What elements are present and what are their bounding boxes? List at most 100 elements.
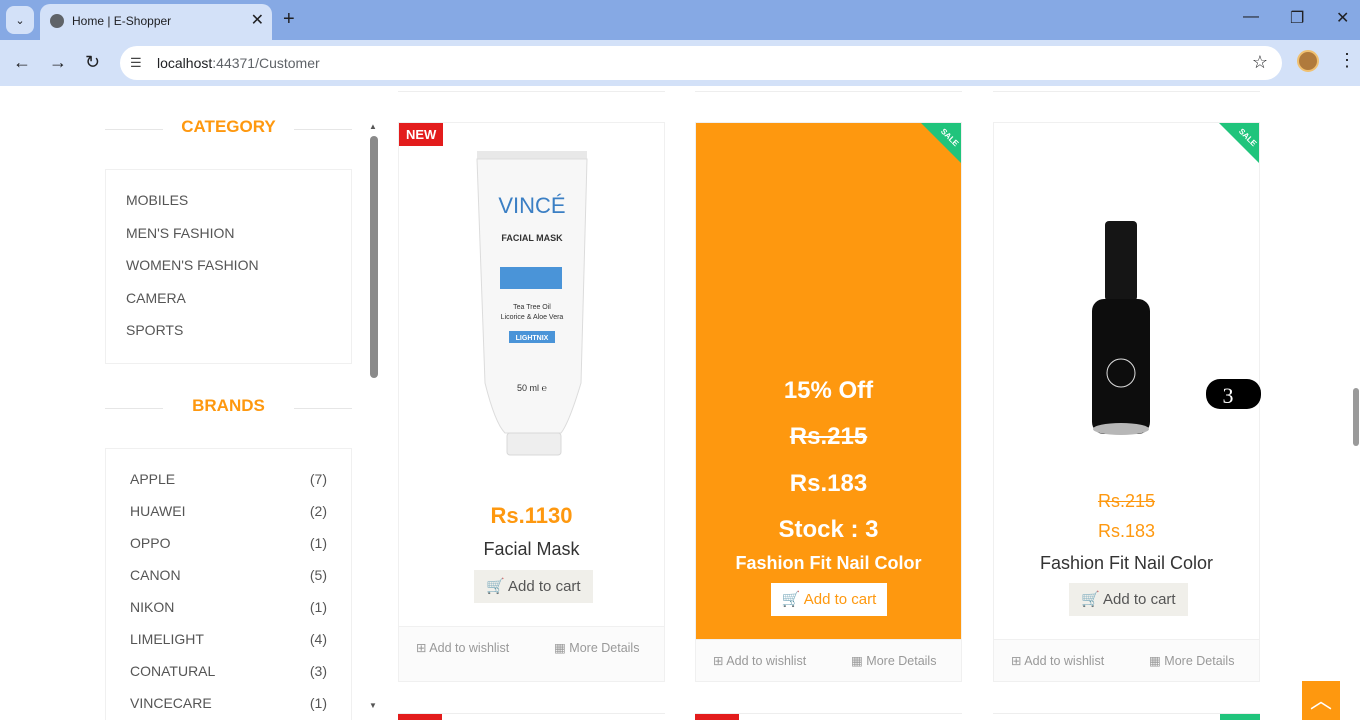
product-image[interactable]: 3 — [994, 123, 1261, 463]
next-row-card — [993, 713, 1260, 720]
page-scrollbar-thumb[interactable] — [1353, 388, 1359, 446]
category-item-womens-fashion[interactable]: WOMEN'S FASHION — [106, 249, 351, 282]
plus-square-icon: ⊞ — [1011, 654, 1022, 668]
forward-button[interactable]: → — [49, 52, 67, 73]
old-price: Rs.215 — [789, 423, 868, 450]
more-details-link[interactable]: ▦ More Details — [851, 653, 936, 668]
minimize-button[interactable]: — — [1243, 8, 1259, 26]
brand-count: (4) — [309, 630, 327, 647]
previous-card-edge — [993, 86, 1260, 92]
scroll-down-arrow-icon[interactable]: ▼ — [369, 701, 377, 710]
bookmark-star-icon[interactable]: ☆ — [1252, 52, 1268, 73]
left-sidebar: CATEGORY MOBILES MEN'S FASHION WOMEN'S F… — [105, 86, 352, 720]
close-window-button[interactable]: ✕ — [1336, 8, 1349, 28]
brand-count: (1) — [309, 534, 327, 551]
address-bar[interactable]: ☰ localhost:44371/Customer ☆ — [120, 46, 1282, 80]
wishlist-label: Add to wishlist — [726, 654, 807, 668]
brand-item-limelight[interactable]: LIMELIGHT (4) — [106, 623, 351, 655]
product-card-facial-mask: VINCÉ FACIAL MASK Tea Tree Oil Licorice … — [398, 122, 665, 682]
close-icon[interactable]: ✕ — [251, 10, 264, 30]
details-label: More Details — [866, 654, 937, 668]
new-tab-button[interactable]: + — [283, 8, 295, 31]
brand-item-canon[interactable]: CANON (5) — [106, 559, 351, 591]
details-label: More Details — [1164, 654, 1235, 668]
brand-count: (2) — [309, 502, 327, 519]
category-panel: MOBILES MEN'S FASHION WOMEN'S FASHION CA… — [105, 169, 352, 364]
add-to-cart-label: Add to cart — [1103, 591, 1176, 608]
table-icon: ▦ — [554, 641, 566, 655]
tube-brand-text: VINCÉ — [498, 193, 565, 218]
tube-ingredient-text: Licorice & Aloe Vera — [501, 314, 564, 321]
brand-name: CONATURAL — [130, 662, 216, 679]
category-item-camera[interactable]: CAMERA — [106, 282, 351, 315]
more-details-link[interactable]: ▦ More Details — [554, 640, 639, 655]
brand-name: VINCECARE — [130, 694, 212, 711]
site-info-icon[interactable]: ☰ — [130, 55, 142, 71]
brand-count: (1) — [309, 598, 327, 615]
sidebar-scrollbar-thumb[interactable] — [370, 136, 378, 378]
shopping-cart-icon: 🛒 — [1081, 591, 1100, 608]
restore-button[interactable]: ❐ — [1290, 8, 1304, 28]
add-to-wishlist-link[interactable]: ⊞ Add to wishlist — [1011, 653, 1104, 668]
nail-polish-bottle-image: 3 — [1092, 221, 1261, 435]
shopping-cart-icon: 🛒 — [486, 578, 505, 595]
add-to-cart-label: Add to cart — [508, 578, 581, 595]
card-footer: ⊞ Add to wishlist ▦ More Details — [399, 626, 664, 681]
category-item-mens-fashion[interactable]: MEN'S FASHION — [106, 217, 351, 250]
card-footer: ⊞ Add to wishlist ▦ More Details — [696, 639, 961, 681]
product-price: Rs.1130 — [490, 503, 573, 528]
tube-lightnix-text: LIGHTNIX — [516, 335, 549, 342]
tab-search-button[interactable]: ⌄ — [6, 6, 34, 34]
previous-card-edge — [398, 86, 665, 92]
add-to-cart-button[interactable]: 🛒 Add to cart — [771, 583, 887, 616]
product-image[interactable]: VINCÉ FACIAL MASK Tea Tree Oil Licorice … — [399, 123, 664, 463]
profile-avatar[interactable] — [1297, 50, 1319, 72]
url-host: localhost — [157, 55, 213, 71]
add-to-cart-button[interactable]: 🛒 Add to cart — [1069, 583, 1188, 616]
brand-item-oppo[interactable]: OPPO (1) — [106, 527, 351, 559]
product-hover-overlay[interactable]: 15% Off Rs.215 Rs.183 Stock : 3 Fashion … — [696, 123, 961, 641]
chevron-down-icon: ⌄ — [15, 14, 25, 27]
menu-kebab-icon[interactable]: ⋮ — [1338, 50, 1356, 71]
sale-ribbon: SALE — [1219, 123, 1259, 163]
new-badge: NEW — [399, 123, 444, 146]
shopping-cart-icon: 🛒 — [781, 591, 801, 608]
brand-item-apple[interactable]: APPLE (7) — [106, 463, 351, 495]
product-name: Fashion Fit Nail Color — [735, 553, 922, 573]
category-item-mobiles[interactable]: MOBILES — [106, 184, 351, 217]
more-details-link[interactable]: ▦ More Details — [1149, 653, 1234, 668]
product-name: Facial Mask — [483, 539, 580, 559]
reload-button[interactable]: ↻ — [85, 52, 100, 73]
plus-square-icon: ⊞ — [713, 654, 724, 668]
browser-tab[interactable]: Home | E-Shopper ✕ — [40, 4, 272, 40]
brand-name: NIKON — [130, 598, 175, 615]
brand-item-vincecare[interactable]: VINCECARE (1) — [106, 687, 351, 719]
url-text: localhost:44371/Customer — [157, 55, 320, 71]
details-label: More Details — [569, 641, 640, 655]
brands-panel: APPLE (7) HUAWEI (2) OPPO (1) CANON (5) NIKO… — [105, 447, 352, 720]
add-to-cart-button[interactable]: 🛒 Add to cart — [474, 570, 593, 603]
table-icon: ▦ — [851, 654, 863, 668]
browser-toolbar: ← → ↻ ☰ localhost:44371/Customer ☆ ⋮ — [0, 40, 1360, 86]
brand-item-huawei[interactable]: HUAWEI (2) — [106, 495, 351, 527]
brand-name: OPPO — [130, 534, 171, 551]
sale-ribbon: SALE — [921, 123, 961, 163]
add-to-wishlist-link[interactable]: ⊞ Add to wishlist — [416, 640, 509, 655]
page-scrollbar[interactable] — [1352, 86, 1360, 720]
product-card-nail-color: 3 SALE Rs.215 Rs.183 Fashion Fit Nail Co… — [993, 122, 1261, 682]
old-price: Rs.215 — [1097, 491, 1156, 511]
shade-number-text: 3 — [1223, 383, 1234, 408]
brand-name: HUAWEI — [130, 502, 186, 519]
add-to-wishlist-link[interactable]: ⊞ Add to wishlist — [713, 653, 806, 668]
brand-item-conatural[interactable]: CONATURAL (3) — [106, 655, 351, 687]
brand-count: (3) — [309, 662, 327, 679]
sidebar-scrollbar[interactable]: ▲ ▼ — [368, 122, 380, 710]
back-button[interactable]: ← — [13, 52, 31, 73]
scroll-up-arrow-icon[interactable]: ▲ — [369, 122, 377, 131]
category-item-sports[interactable]: SPORTS — [106, 314, 351, 347]
brand-item-nikon[interactable]: NIKON (1) — [106, 591, 351, 623]
previous-card-edge — [695, 86, 962, 92]
brands-title: BRANDS — [192, 395, 265, 415]
scroll-to-top-button[interactable]: ︿ — [1302, 681, 1340, 720]
product-name: Fashion Fit Nail Color — [1039, 553, 1214, 573]
